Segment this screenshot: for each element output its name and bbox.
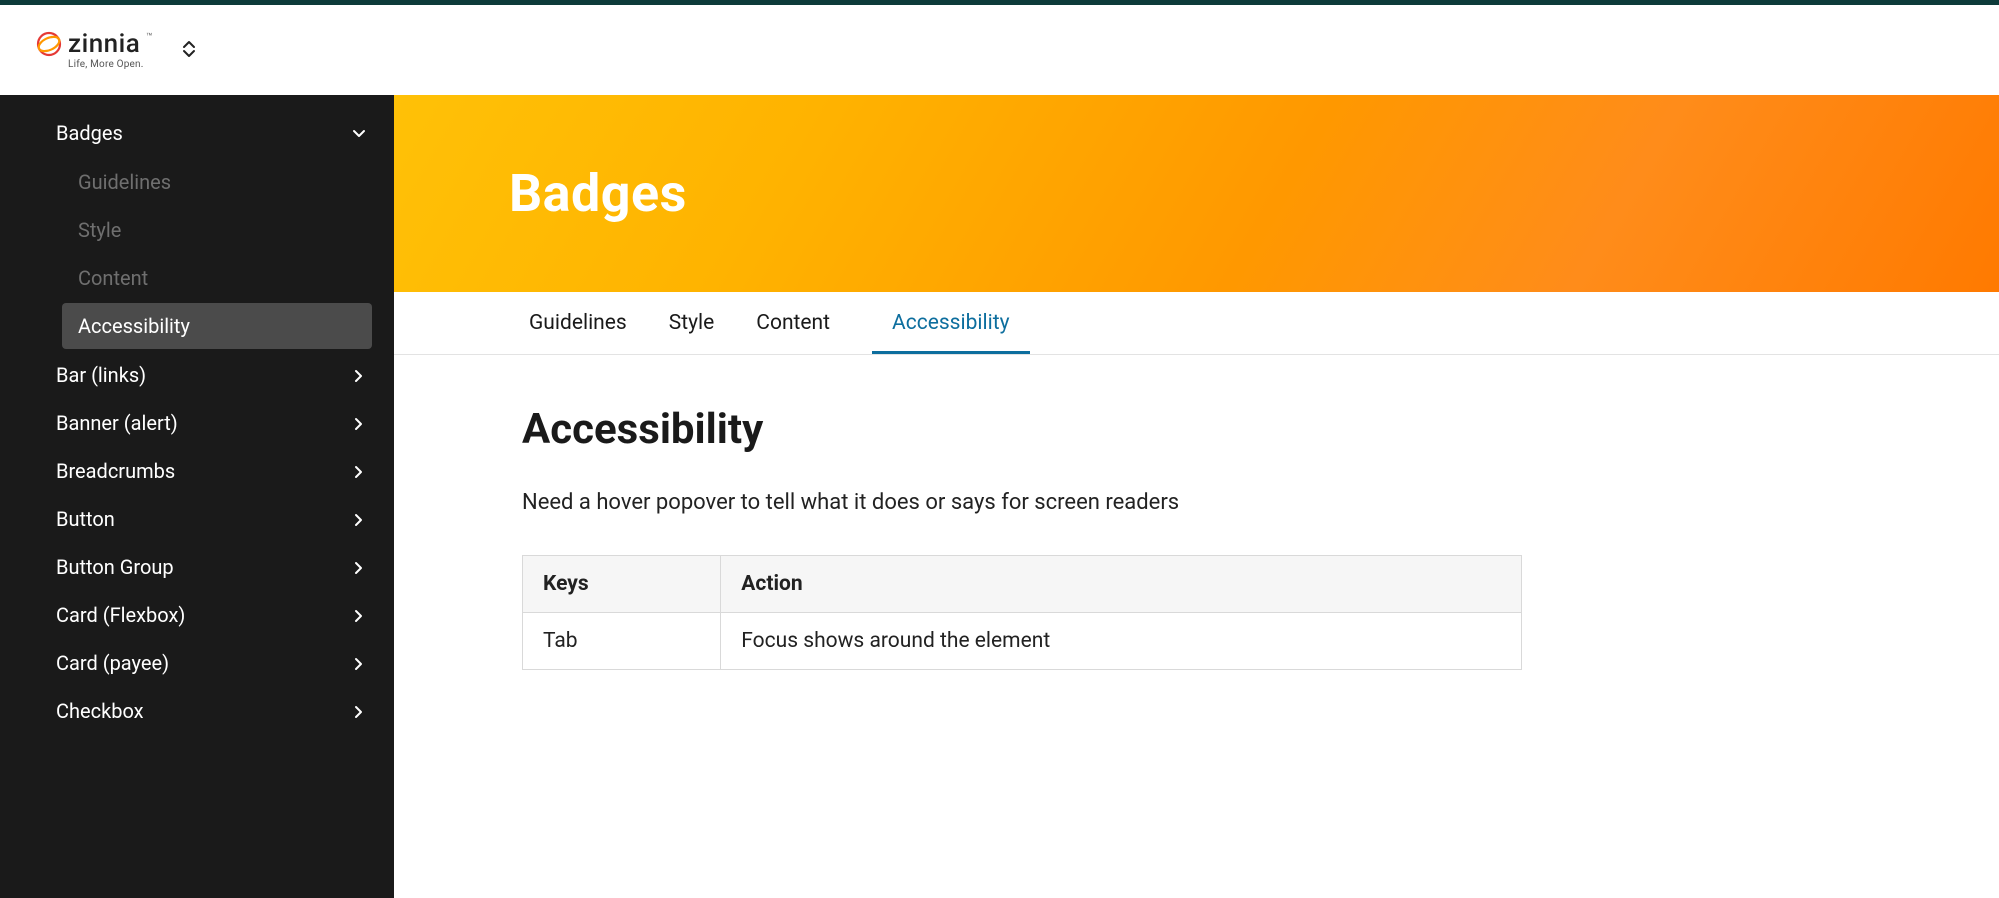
- app-header: zinnia ™ Life, More Open.: [0, 5, 1999, 95]
- sidebar-subitem-guidelines[interactable]: Guidelines: [62, 159, 372, 205]
- table-header-keys: Keys: [523, 556, 721, 613]
- table-cell-key: Tab: [523, 613, 721, 670]
- sidebar-subitem-content[interactable]: Content: [62, 255, 372, 301]
- sidebar-item-checkbox[interactable]: Checkbox: [0, 687, 394, 735]
- chevron-right-icon: [350, 606, 368, 624]
- sidebar-item-button[interactable]: Button: [0, 495, 394, 543]
- sidebar-item-button-group[interactable]: Button Group: [0, 543, 394, 591]
- sidebar-item-card-flexbox[interactable]: Card (Flexbox): [0, 591, 394, 639]
- table-header-row: Keys Action: [523, 556, 1522, 613]
- trademark-icon: ™: [146, 33, 152, 43]
- chevron-right-icon: [350, 510, 368, 528]
- sidebar-item-label: Card (Flexbox): [56, 603, 185, 627]
- sidebar-item-bar-links[interactable]: Bar (links): [0, 351, 394, 399]
- section-heading: Accessibility: [522, 405, 1939, 454]
- sidebar-item-badges[interactable]: Badges: [0, 109, 394, 157]
- sidebar-item-label: Button Group: [56, 555, 174, 579]
- sidebar-item-label: Button: [56, 507, 115, 531]
- main-content: Badges Guidelines Style Content Accessib…: [394, 95, 1999, 898]
- table-row: Tab Focus shows around the element: [523, 613, 1522, 670]
- page-hero: Badges: [394, 95, 1999, 292]
- sidebar-item-banner-alert[interactable]: Banner (alert): [0, 399, 394, 447]
- tab-guidelines[interactable]: Guidelines: [529, 295, 627, 354]
- theme-switcher[interactable]: [179, 39, 201, 61]
- chevron-right-icon: [350, 654, 368, 672]
- chevron-right-icon: [350, 414, 368, 432]
- keyboard-table: Keys Action Tab Focus shows around the e…: [522, 555, 1522, 670]
- brand-mark-icon: [36, 31, 62, 57]
- sidebar-item-label: Banner (alert): [56, 411, 178, 435]
- page-title: Badges: [509, 163, 687, 224]
- sidebar-item-label: Badges: [56, 121, 123, 145]
- sidebar-item-label: Bar (links): [56, 363, 146, 387]
- sidebar-item-label: Checkbox: [56, 699, 144, 723]
- section-description: Need a hover popover to tell what it doe…: [522, 490, 1939, 515]
- table-header-action: Action: [721, 556, 1522, 613]
- sidebar-item-breadcrumbs[interactable]: Breadcrumbs: [0, 447, 394, 495]
- tab-accessibility[interactable]: Accessibility: [872, 295, 1030, 354]
- brand-name: zinnia: [68, 31, 140, 57]
- sidebar-nav: Badges Guidelines Style Content Accessib…: [0, 95, 394, 898]
- tab-panel: Accessibility Need a hover popover to te…: [394, 355, 1999, 710]
- brand-tagline: Life, More Open.: [36, 59, 153, 70]
- chevron-right-icon: [350, 558, 368, 576]
- chevron-right-icon: [350, 366, 368, 384]
- table-cell-action: Focus shows around the element: [721, 613, 1522, 670]
- chevron-right-icon: [350, 702, 368, 720]
- sidebar-item-card-payee[interactable]: Card (payee): [0, 639, 394, 687]
- sidebar-subitem-style[interactable]: Style: [62, 207, 372, 253]
- sidebar-item-label: Card (payee): [56, 651, 169, 675]
- brand-logo[interactable]: zinnia ™ Life, More Open.: [36, 31, 153, 70]
- chevron-down-icon: [350, 124, 368, 142]
- chevron-right-icon: [350, 462, 368, 480]
- tab-content[interactable]: Content: [756, 295, 830, 354]
- tab-style[interactable]: Style: [669, 295, 715, 354]
- sidebar-item-label: Breadcrumbs: [56, 459, 175, 483]
- content-tabs: Guidelines Style Content Accessibility: [394, 292, 1999, 355]
- sidebar-subitem-accessibility[interactable]: Accessibility: [62, 303, 372, 349]
